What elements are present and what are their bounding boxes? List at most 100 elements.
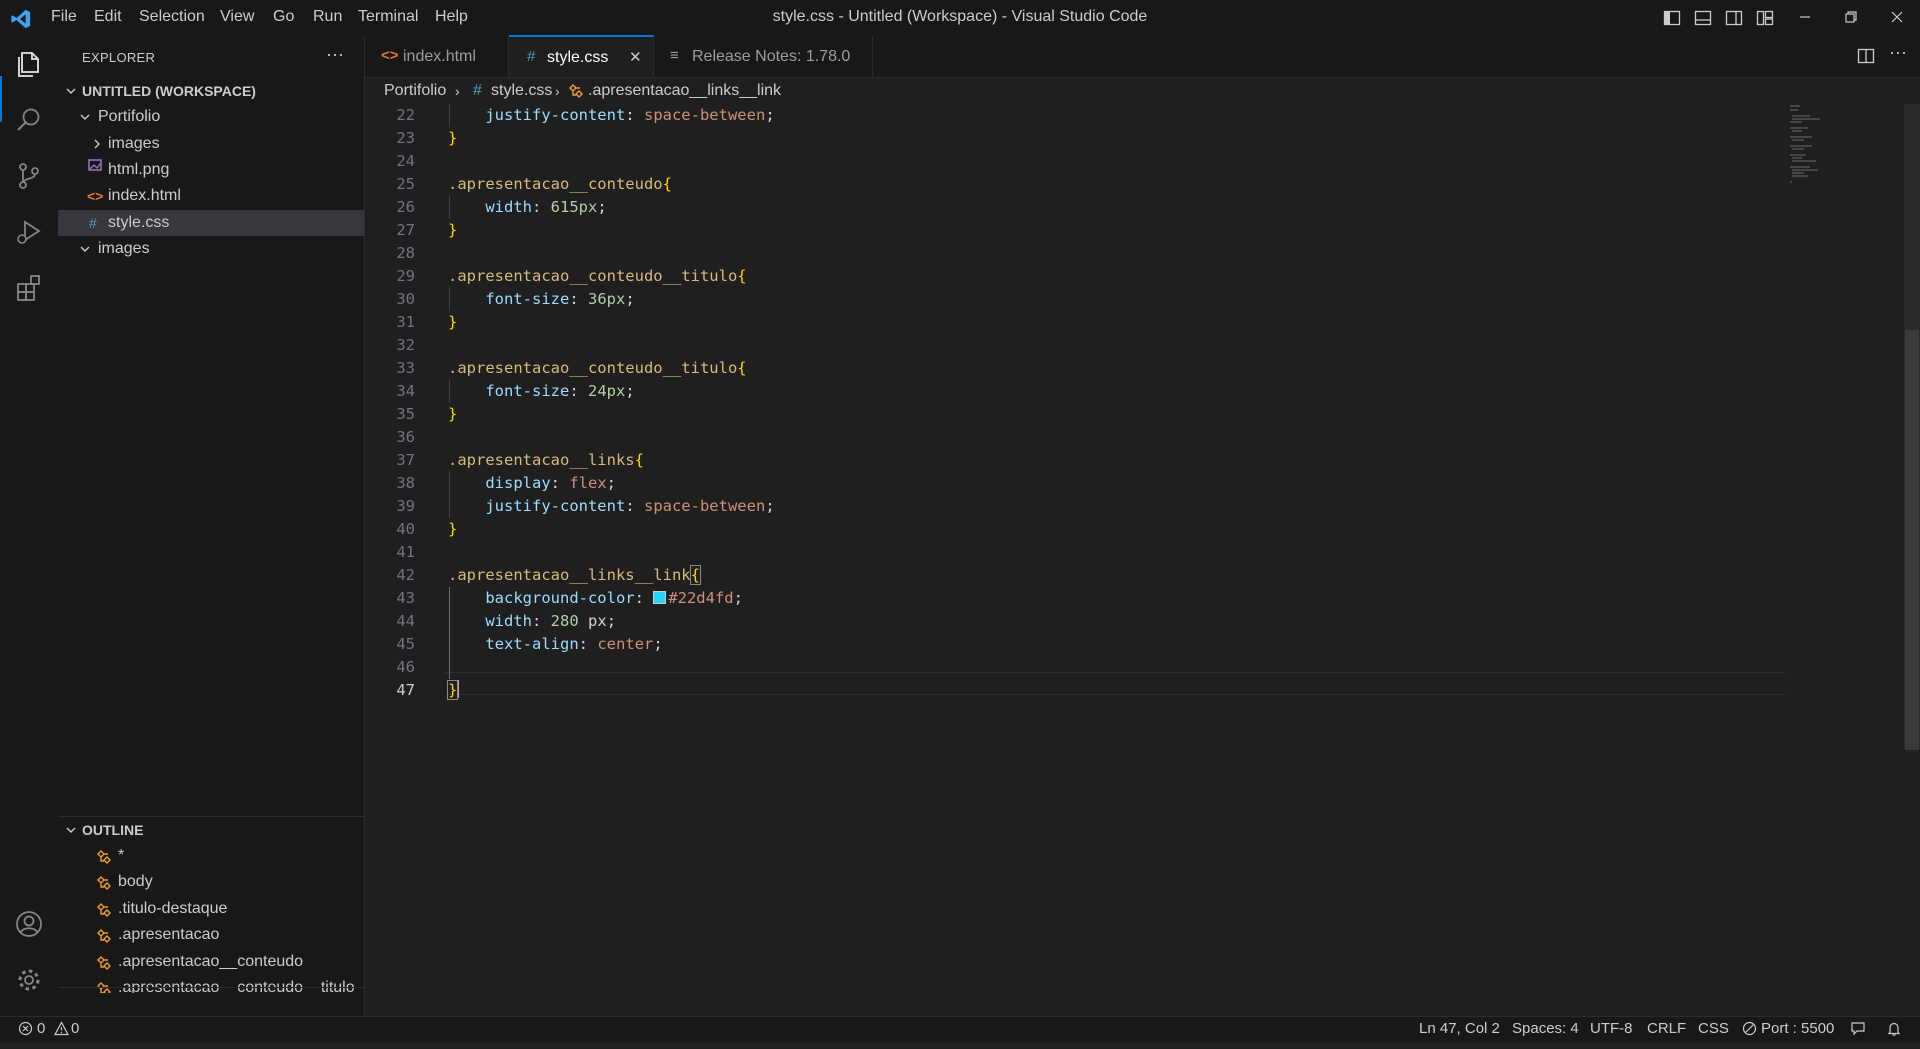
divider	[58, 987, 364, 988]
cursor-position[interactable]: Ln 47, Col 2	[1419, 1020, 1500, 1037]
line-ending[interactable]: CRLF	[1647, 1020, 1686, 1037]
css-file-icon: #	[89, 215, 97, 231]
outline-item[interactable]: .apresentacao__conteudo__titulo	[58, 975, 364, 993]
line-number: 32	[396, 336, 415, 354]
more-actions-icon[interactable]: ···	[326, 44, 344, 65]
preview-icon: ≡	[670, 47, 679, 64]
restore-icon[interactable]	[1843, 9, 1859, 25]
code-line: text-align: center;	[485, 635, 663, 653]
html-file-icon: <>	[87, 188, 104, 204]
tree-item-label: style.css	[108, 214, 170, 231]
color-swatch[interactable]	[653, 591, 667, 604]
line-number: 30	[396, 290, 415, 308]
chevron-right-icon	[90, 137, 104, 151]
status-bar: 0 0 Ln 47, Col 2 Spaces: 4 UTF-8 CRLF CS…	[0, 1016, 1920, 1042]
search-icon[interactable]	[13, 104, 45, 136]
customize-layout-icon[interactable]	[1756, 9, 1774, 27]
outline-label: .titulo-destaque	[118, 900, 228, 917]
text-cursor	[457, 680, 460, 698]
minimize-icon[interactable]	[1797, 9, 1813, 25]
toggle-primary-sidebar-icon[interactable]	[1663, 9, 1681, 27]
explorer-title: EXPLORER	[82, 50, 156, 65]
line-number: 47	[396, 681, 415, 699]
tree-item-images-root[interactable]: images	[58, 236, 364, 262]
tree-item-index-html[interactable]: <> index.html	[58, 183, 364, 209]
close-icon[interactable]: ✕	[629, 48, 642, 66]
explorer-sidebar: EXPLORER ··· UNTITLED (WORKSPACE) Portif…	[58, 36, 365, 1044]
line-number: 44	[396, 612, 415, 630]
warning-icon[interactable]	[54, 1021, 69, 1036]
line-number: 37	[396, 451, 415, 469]
indentation[interactable]: Spaces: 4	[1512, 1020, 1579, 1037]
code-line: background-color: #22d4fd;	[485, 589, 743, 607]
tab-style-css[interactable]: # style.css ✕	[509, 35, 654, 77]
scrollbar-thumb[interactable]	[1905, 330, 1919, 750]
symbol-class-icon	[96, 955, 112, 971]
tab-index-html[interactable]: <> index.html	[365, 36, 509, 77]
outline-label: .apresentacao__conteudo__titulo	[118, 979, 355, 993]
outline-item[interactable]: .apresentacao__conteudo	[58, 949, 364, 975]
port-blocked-icon[interactable]	[1742, 1021, 1757, 1036]
symbol-class-icon	[96, 875, 112, 891]
extensions-icon[interactable]	[13, 272, 45, 304]
language-mode[interactable]: CSS	[1698, 1020, 1729, 1037]
more-actions-icon[interactable]: ···	[1889, 42, 1907, 63]
tree-item-style-css[interactable]: # style.css	[58, 210, 364, 236]
encoding[interactable]: UTF-8	[1590, 1020, 1633, 1037]
line-number: 28	[396, 244, 415, 262]
minimap[interactable]	[1790, 104, 1840, 194]
tab-release-notes[interactable]: ≡ Release Notes: 1.78.0	[654, 36, 873, 77]
tab-label: Release Notes: 1.78.0	[692, 48, 851, 65]
notifications-bell-icon[interactable]	[1886, 1021, 1902, 1037]
line-number: 33	[396, 359, 415, 377]
symbol-class-icon	[96, 849, 112, 865]
line-number: 40	[396, 520, 415, 538]
close-window-icon[interactable]	[1889, 9, 1905, 25]
error-icon[interactable]	[18, 1021, 33, 1036]
breadcrumb-file[interactable]: style.css	[491, 82, 552, 100]
accounts-icon[interactable]	[13, 908, 45, 940]
live-server-port[interactable]: Port : 5500	[1761, 1020, 1834, 1037]
line-number: 31	[396, 313, 415, 331]
toggle-secondary-sidebar-icon[interactable]	[1725, 9, 1743, 27]
outline-item[interactable]: .titulo-destaque	[58, 896, 364, 922]
code-line: .apresentacao__conteudo__titulo{	[448, 359, 747, 377]
breadcrumb-symbol[interactable]: .apresentacao__links__link	[588, 82, 781, 100]
outline-header[interactable]: OUTLINE	[58, 817, 364, 843]
html-file-icon: <>	[381, 47, 399, 64]
line-number: 36	[396, 428, 415, 446]
toggle-panel-icon[interactable]	[1694, 9, 1712, 27]
explorer-icon[interactable]	[13, 48, 45, 80]
code-line: width: 280 px;	[485, 612, 617, 630]
outline-item[interactable]: .apresentacao	[58, 922, 364, 948]
tree-item-images[interactable]: images	[58, 131, 364, 157]
settings-gear-icon[interactable]	[13, 964, 45, 996]
source-control-icon[interactable]	[13, 160, 45, 192]
line-number: 42	[396, 566, 415, 584]
warning-count[interactable]: 0	[71, 1020, 79, 1037]
tree-item-label: html.png	[108, 161, 170, 178]
workspace-header[interactable]: UNTITLED (WORKSPACE)	[58, 78, 364, 104]
feedback-icon[interactable]	[1850, 1021, 1866, 1037]
css-file-icon: #	[527, 48, 536, 65]
error-count[interactable]: 0	[37, 1020, 45, 1037]
outline-title: OUTLINE	[82, 822, 144, 838]
code-line: font-size: 36px;	[485, 290, 635, 308]
code-line: display: flex;	[485, 474, 616, 492]
line-number: 38	[396, 474, 415, 492]
outline-item[interactable]: body	[58, 869, 364, 895]
active-indicator	[0, 76, 2, 122]
outline-item[interactable]: *	[58, 843, 364, 869]
outline-label: body	[118, 873, 153, 890]
tree-item-label: Portifolio	[98, 108, 161, 125]
run-debug-icon[interactable]	[13, 216, 45, 248]
code-line: width: 615px;	[485, 198, 607, 216]
outline-label: .apresentacao__conteudo	[118, 953, 304, 970]
code-editor[interactable]: 22 justify-content: space-between; 23} 2…	[365, 104, 1845, 1016]
tree-item-html-png[interactable]: html.png	[58, 157, 364, 183]
line-number: 29	[396, 267, 415, 285]
split-editor-icon[interactable]	[1857, 47, 1875, 65]
tree-item-portifolio[interactable]: Portifolio	[58, 104, 364, 130]
line-number: 23	[396, 129, 415, 147]
breadcrumb-folder[interactable]: Portifolio	[384, 82, 446, 100]
